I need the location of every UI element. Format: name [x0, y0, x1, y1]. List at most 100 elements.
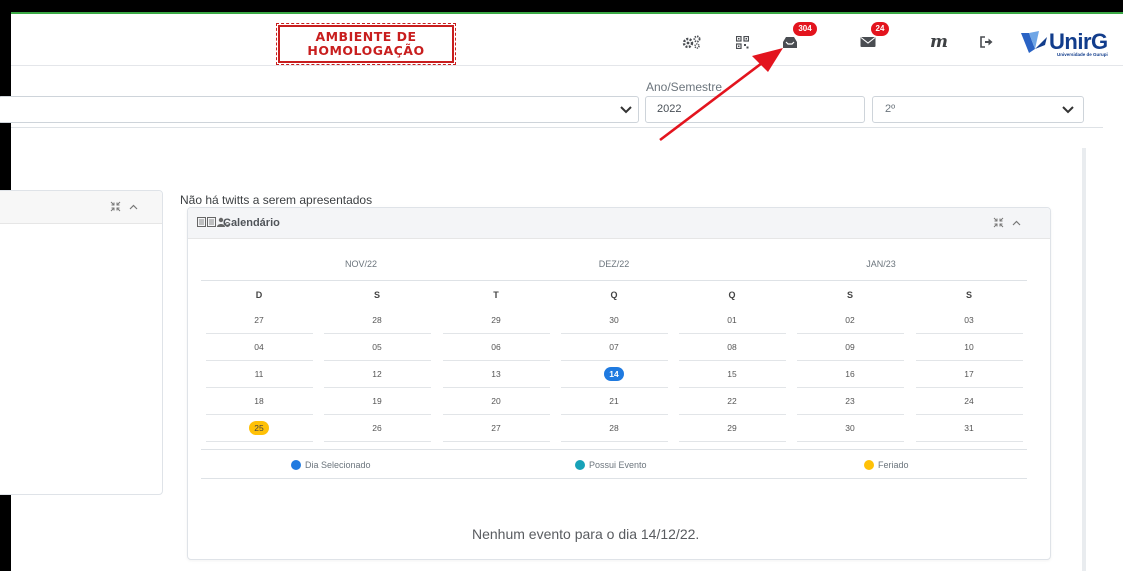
- weekday-label: S: [846, 290, 854, 300]
- unirg-logo[interactable]: UnirG Universidade de Gurupi: [1019, 22, 1119, 62]
- calendar-day-cell[interactable]: 30: [840, 421, 860, 435]
- calendar-day-cell[interactable]: 28: [604, 421, 624, 435]
- chevron-up-icon[interactable]: [129, 204, 138, 210]
- day-cell-underline: [443, 414, 550, 415]
- day-cell-underline: [916, 441, 1023, 442]
- collapse-arrows-icon[interactable]: [110, 201, 121, 212]
- moodle-link[interactable]: m: [929, 28, 949, 56]
- day-cell-underline: [916, 360, 1023, 361]
- gears-icon[interactable]: [681, 28, 703, 56]
- legend-bottom-divider: [201, 478, 1027, 479]
- legend-holiday-label: Feriado: [878, 460, 909, 470]
- vertical-scrollbar[interactable]: [1082, 148, 1086, 571]
- mail-notifications-button[interactable]: 24: [857, 22, 889, 56]
- calendar-day-cell[interactable]: 18: [249, 394, 269, 408]
- calendar-day-cell[interactable]: 29: [722, 421, 742, 435]
- calendar-day-cell[interactable]: 06: [486, 340, 506, 354]
- calendar-day-cell[interactable]: 16: [840, 367, 860, 381]
- calendar-day-cell[interactable]: 23: [840, 394, 860, 408]
- calendar-day-cell[interactable]: 20: [486, 394, 506, 408]
- calendar-day-cell[interactable]: 14: [604, 367, 624, 381]
- calendar-day-cell[interactable]: 26: [367, 421, 387, 435]
- day-cell-underline: [561, 441, 668, 442]
- chevron-down-icon: [1062, 106, 1074, 114]
- semester-value: 2º: [885, 103, 896, 115]
- calendar-day-cell[interactable]: 31: [959, 421, 979, 435]
- calendar-day-cell[interactable]: 27: [249, 313, 269, 327]
- stamp-line-2: HOMOLOGAÇÃO: [307, 43, 425, 58]
- day-cell-underline: [797, 414, 904, 415]
- m-icon: m: [930, 32, 948, 52]
- month-nov-link[interactable]: NOV/22: [345, 259, 377, 269]
- day-cell-underline: [206, 333, 313, 334]
- calendar-day-cell[interactable]: 13: [486, 367, 506, 381]
- calendar-day-cell[interactable]: 10: [959, 340, 979, 354]
- calendar-day-cell[interactable]: 12: [367, 367, 387, 381]
- calendar-day-cell[interactable]: 03: [959, 313, 979, 327]
- day-cell-underline: [324, 414, 431, 415]
- weekday-label: T: [493, 290, 499, 300]
- day-cell-underline: [679, 414, 786, 415]
- window-top-edge: [0, 0, 1123, 12]
- calendar-day-cell[interactable]: 01: [722, 313, 742, 327]
- filter-divider: [11, 127, 1103, 128]
- logout-button[interactable]: [978, 28, 996, 56]
- calendar-day-cell[interactable]: 24: [959, 394, 979, 408]
- year-input[interactable]: 2022: [645, 96, 865, 123]
- calendar-day-cell[interactable]: 05: [367, 340, 387, 354]
- selected-dot: [291, 460, 301, 470]
- left-widget-header: [0, 191, 162, 224]
- semester-select[interactable]: 2º: [872, 96, 1084, 123]
- holiday-dot: [864, 460, 874, 470]
- logo-text: UnirG: [1049, 29, 1108, 54]
- calendar-day-cell[interactable]: 07: [604, 340, 624, 354]
- top-navbar: [11, 14, 1123, 66]
- legend-top-divider: [201, 449, 1027, 450]
- day-cell-underline: [797, 360, 904, 361]
- no-event-message: Nenhum evento para o dia 14/12/22.: [472, 526, 700, 542]
- weekday-label: Q: [610, 290, 618, 300]
- calendar-day-cell[interactable]: 08: [722, 340, 742, 354]
- calendar-day-cell[interactable]: 11: [249, 367, 269, 381]
- legend-event: Possui Evento: [575, 460, 647, 470]
- chevron-up-icon[interactable]: [1012, 220, 1021, 226]
- day-cell-underline: [206, 441, 313, 442]
- day-cell-underline: [206, 414, 313, 415]
- calendar-day-cell[interactable]: 30: [604, 313, 624, 327]
- calendar-day-cell[interactable]: 27: [486, 421, 506, 435]
- qrcode-icon[interactable]: [734, 28, 750, 56]
- ano-semestre-label: Ano/Semestre: [646, 80, 723, 94]
- course-select[interactable]: [0, 96, 639, 123]
- calendar-day-cell[interactable]: 17: [959, 367, 979, 381]
- calendar-day-cell[interactable]: 22: [722, 394, 742, 408]
- calendar-day-cell[interactable]: 21: [604, 394, 624, 408]
- document-icon: [197, 217, 206, 227]
- legend-selected: Dia Selecionado: [291, 460, 371, 470]
- left-widget-card: [0, 190, 163, 495]
- day-cell-underline: [561, 414, 668, 415]
- month-dez-link[interactable]: DEZ/22: [599, 259, 630, 269]
- month-jan-link[interactable]: JAN/23: [866, 259, 896, 269]
- calendar-day-cell[interactable]: 04: [249, 340, 269, 354]
- mail-count-badge: 24: [871, 22, 889, 36]
- day-cell-underline: [443, 360, 550, 361]
- inbox-notifications-button[interactable]: 304: [779, 22, 817, 56]
- day-cell-underline: [679, 333, 786, 334]
- calendar-day-cell[interactable]: 02: [840, 313, 860, 327]
- calendar-day-cell[interactable]: 15: [722, 367, 742, 381]
- day-cell-underline: [797, 333, 904, 334]
- calendar-day-cell[interactable]: 09: [840, 340, 860, 354]
- document-icon: [207, 217, 216, 227]
- weekday-label: S: [965, 290, 973, 300]
- calendar-day-cell[interactable]: 19: [367, 394, 387, 408]
- homologation-stamp: AMBIENTE DE HOMOLOGAÇÃO: [276, 23, 456, 65]
- calendar-day-cell[interactable]: 25: [249, 421, 269, 435]
- event-dot: [575, 460, 585, 470]
- day-cell-underline: [443, 387, 550, 388]
- day-cell-underline: [561, 387, 668, 388]
- legend-event-label: Possui Evento: [589, 460, 647, 470]
- day-cell-underline: [916, 414, 1023, 415]
- collapse-arrows-icon[interactable]: [993, 217, 1004, 228]
- calendar-day-cell[interactable]: 29: [486, 313, 506, 327]
- calendar-day-cell[interactable]: 28: [367, 313, 387, 327]
